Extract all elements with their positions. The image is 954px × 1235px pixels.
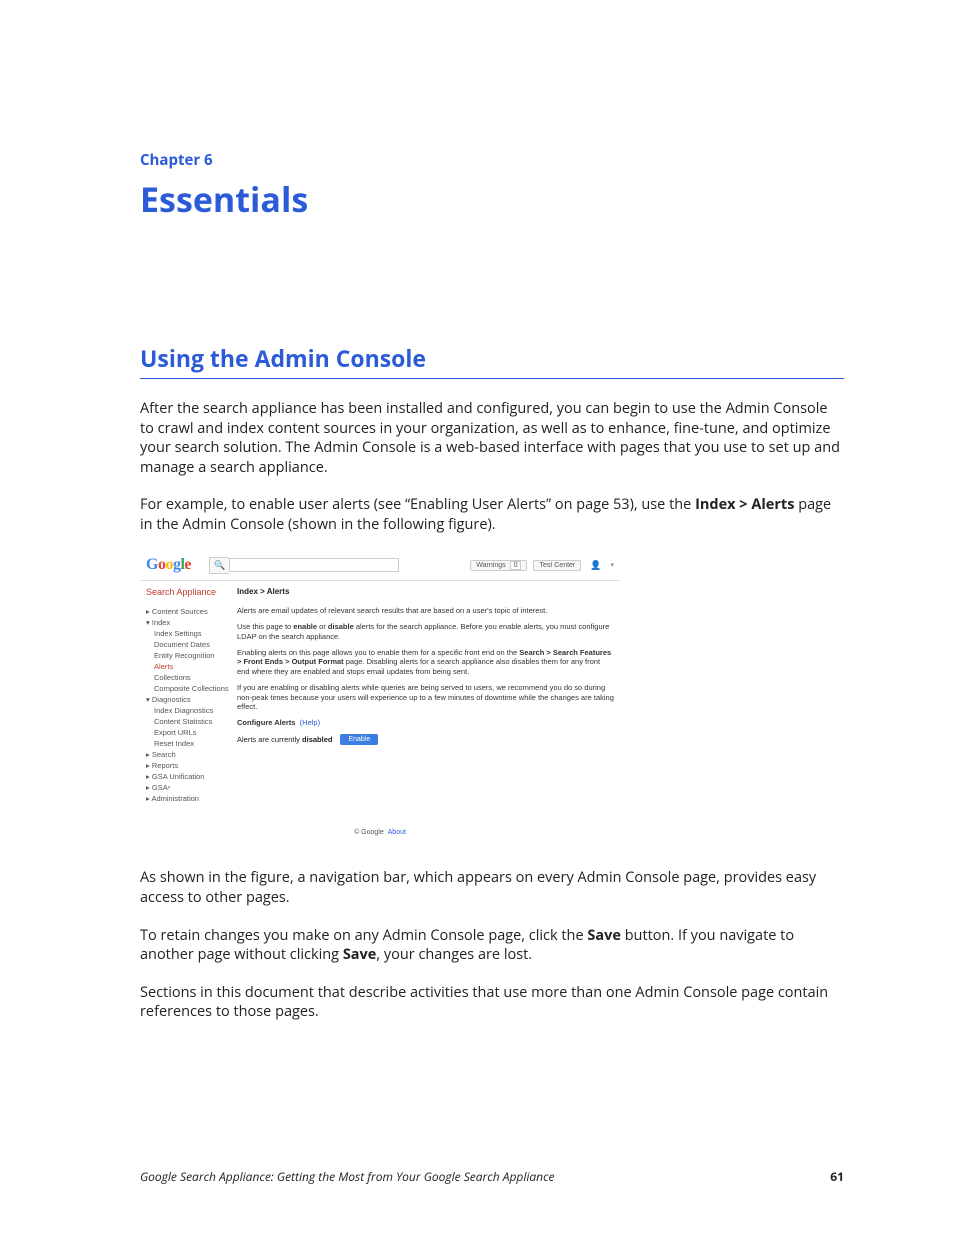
content-area: Index > Alerts Alerts are email updates … bbox=[231, 587, 614, 805]
paragraph-4: To retain changes you make on any Admin … bbox=[140, 926, 844, 965]
app-title: Search Appliance bbox=[146, 587, 231, 597]
sidebar-item-composite-collections[interactable]: Composite Collections bbox=[154, 684, 231, 693]
sidebar: Search Appliance ▸ Content Sources ▾ Ind… bbox=[146, 587, 231, 805]
console-header: Google 🔍 Warnings 0 Test Center 👤 ▾ bbox=[140, 552, 620, 581]
p4b: Save bbox=[587, 926, 621, 945]
chapter-title: Essentials bbox=[140, 176, 844, 222]
warnings-count: 0 bbox=[510, 561, 522, 570]
search-group: 🔍 bbox=[209, 557, 470, 574]
content-line-2: Use this page to enable or disable alert… bbox=[237, 622, 614, 642]
paragraph-1: After the search appliance has been inst… bbox=[140, 399, 844, 477]
about-link[interactable]: About bbox=[388, 829, 406, 836]
sidebar-item-index-settings[interactable]: Index Settings bbox=[154, 629, 231, 638]
sidebar-item-entity-recognition[interactable]: Entity Recognition bbox=[154, 651, 231, 660]
paragraph-2: For example, to enable user alerts (see … bbox=[140, 495, 844, 534]
content-line-3: Enabling alerts on this page allows you … bbox=[237, 648, 614, 677]
enable-button[interactable]: Enable bbox=[340, 734, 378, 745]
alerts-status-row: Alerts are currently disabled Enable bbox=[237, 734, 614, 745]
paragraph-5: Sections in this document that describe … bbox=[140, 983, 844, 1022]
sidebar-item-reset-index[interactable]: Reset Index bbox=[154, 739, 231, 748]
warnings-button[interactable]: Warnings 0 bbox=[470, 560, 527, 571]
alerts-status-text: Alerts are currently disabled bbox=[237, 735, 332, 744]
sidebar-item-search[interactable]: ▸ Search bbox=[146, 750, 231, 759]
sidebar-item-alerts[interactable]: Alerts bbox=[154, 662, 231, 671]
search-icon[interactable]: 🔍 bbox=[209, 557, 229, 574]
help-link[interactable]: (Help) bbox=[300, 718, 320, 727]
chapter-label: Chapter 6 bbox=[140, 150, 844, 170]
google-logo: Google bbox=[146, 556, 191, 574]
user-menu-caret-icon[interactable]: ▾ bbox=[610, 561, 614, 569]
sidebar-item-content-statistics[interactable]: Content Statistics bbox=[154, 717, 231, 726]
sidebar-item-content-sources[interactable]: ▸ Content Sources bbox=[146, 607, 231, 616]
sidebar-item-document-dates[interactable]: Document Dates bbox=[154, 640, 231, 649]
user-icon[interactable]: 👤 bbox=[587, 560, 604, 571]
console-footer: © Google About bbox=[140, 823, 620, 838]
sidebar-item-index[interactable]: ▾ Index bbox=[146, 618, 231, 627]
section-title: Using the Admin Console bbox=[140, 342, 844, 379]
sidebar-item-export-urls[interactable]: Export URLs bbox=[154, 728, 231, 737]
sidebar-item-collections[interactable]: Collections bbox=[154, 673, 231, 682]
sidebar-item-gsa-unification[interactable]: ▸ GSA Unification bbox=[146, 772, 231, 781]
sidebar-item-index-diagnostics[interactable]: Index Diagnostics bbox=[154, 706, 231, 715]
top-right-controls: Warnings 0 Test Center 👤 ▾ bbox=[470, 560, 614, 571]
content-line-4: If you are enabling or disabling alerts … bbox=[237, 683, 614, 712]
content-line-1: Alerts are email updates of relevant sea… bbox=[237, 606, 614, 616]
p4a: To retain changes you make on any Admin … bbox=[140, 926, 587, 945]
test-center-button[interactable]: Test Center bbox=[533, 560, 581, 571]
footer-page-number: 61 bbox=[830, 1168, 844, 1185]
sidebar-item-reports[interactable]: ▸ Reports bbox=[146, 761, 231, 770]
sidebar-item-diagnostics[interactable]: ▾ Diagnostics bbox=[146, 695, 231, 704]
sidebar-item-gsan[interactable]: ▸ GSAⁿ bbox=[146, 783, 231, 792]
sidebar-item-administration[interactable]: ▸ Administration bbox=[146, 794, 231, 803]
footer-doc-title: Google Search Appliance: Getting the Mos… bbox=[140, 1168, 555, 1185]
configure-alerts-heading: Configure Alerts (Help) bbox=[237, 718, 614, 728]
p2b: Index > Alerts bbox=[695, 495, 794, 514]
page-footer: Google Search Appliance: Getting the Mos… bbox=[140, 1168, 844, 1185]
p4e: , your changes are lost. bbox=[376, 945, 532, 964]
copyright: © Google bbox=[354, 829, 384, 836]
p4d: Save bbox=[343, 945, 377, 964]
paragraph-3: As shown in the figure, a navigation bar… bbox=[140, 868, 844, 907]
admin-console-figure: Google 🔍 Warnings 0 Test Center 👤 ▾ Sear… bbox=[140, 552, 620, 838]
search-input[interactable] bbox=[229, 558, 399, 572]
p2a: For example, to enable user alerts (see … bbox=[140, 495, 695, 514]
breadcrumb: Index > Alerts bbox=[237, 587, 614, 596]
